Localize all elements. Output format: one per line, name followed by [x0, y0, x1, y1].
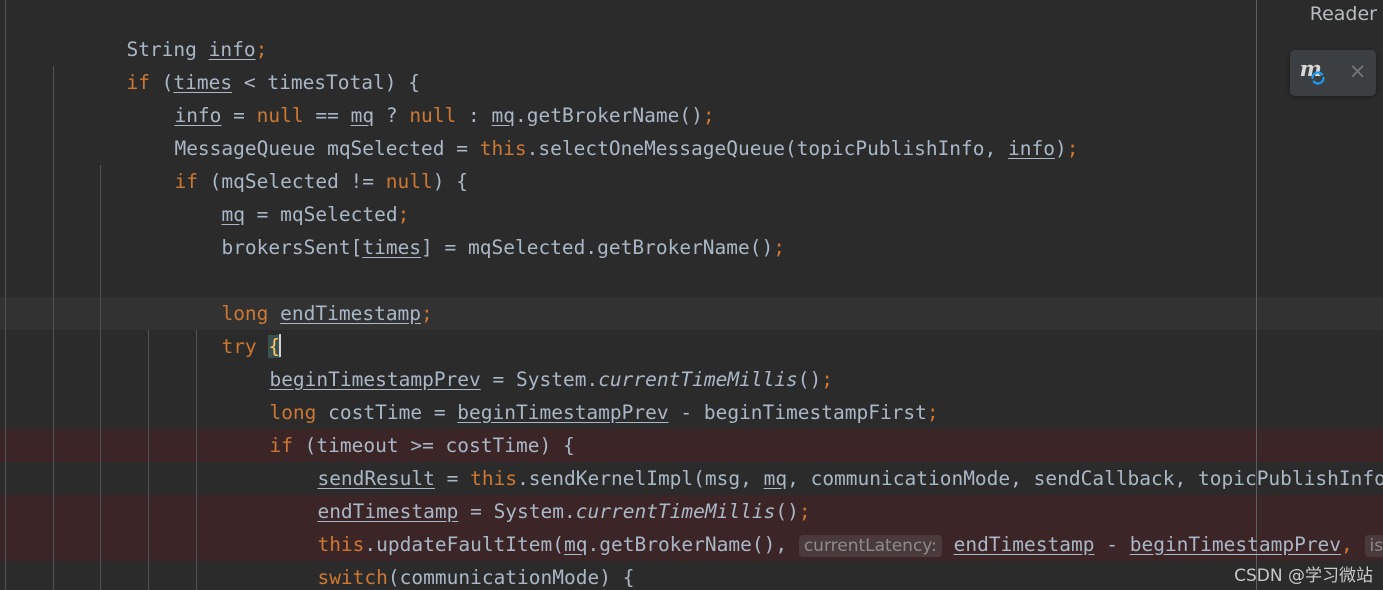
reader-mode-label: Reader	[1309, 3, 1377, 25]
code-line[interactable]: long costTime = beginTimestampPrev - beg…	[0, 363, 1383, 424]
code-line[interactable]: info = null == mq ? null : mq.getBrokerN…	[0, 66, 1383, 127]
code-line[interactable]: if (mqSelected != null) {	[0, 132, 1383, 193]
code-line[interactable]: this.updateFaultItem(mq.getBrokerName(),…	[0, 495, 1383, 557]
close-icon[interactable]: ×	[1349, 61, 1367, 85]
translate-logo-icon[interactable]: m	[1300, 56, 1330, 88]
code-line[interactable]: case ASYNC:	[0, 561, 1383, 590]
code-line[interactable]: if (timeout >= costTime) {	[0, 396, 1383, 457]
code-line-active[interactable]: try {	[0, 297, 1383, 358]
code-line[interactable]: if (times < timesTotal) {	[0, 33, 1383, 94]
code-line[interactable]: brokersSent[times] = mqSelected.getBroke…	[0, 198, 1383, 259]
refresh-icon	[1310, 71, 1325, 85]
translate-widget[interactable]: m ×	[1290, 50, 1376, 96]
code-line[interactable]: sendResult = this.sendKernelImpl(msg, mq…	[0, 429, 1383, 490]
watermark: CSDN @学习微站	[1234, 566, 1373, 586]
code-line[interactable]: String info;	[0, 0, 1383, 61]
code-line[interactable]: MessageQueue mqSelected = this.selectOne…	[0, 99, 1383, 160]
code-line[interactable]: switch(communicationMode) {	[0, 528, 1383, 589]
code-line[interactable]: endTimestamp = System.currentTimeMillis(…	[0, 462, 1383, 523]
code-editor[interactable]: String info; if (times < timesTotal) { i…	[0, 0, 1383, 590]
code-line[interactable]: beginTimestampPrev = System.currentTimeM…	[0, 330, 1383, 391]
code-line-blank[interactable]	[0, 231, 1383, 264]
code-line[interactable]: long endTimestamp;	[0, 264, 1383, 325]
code-line[interactable]: mq = mqSelected;	[0, 165, 1383, 226]
